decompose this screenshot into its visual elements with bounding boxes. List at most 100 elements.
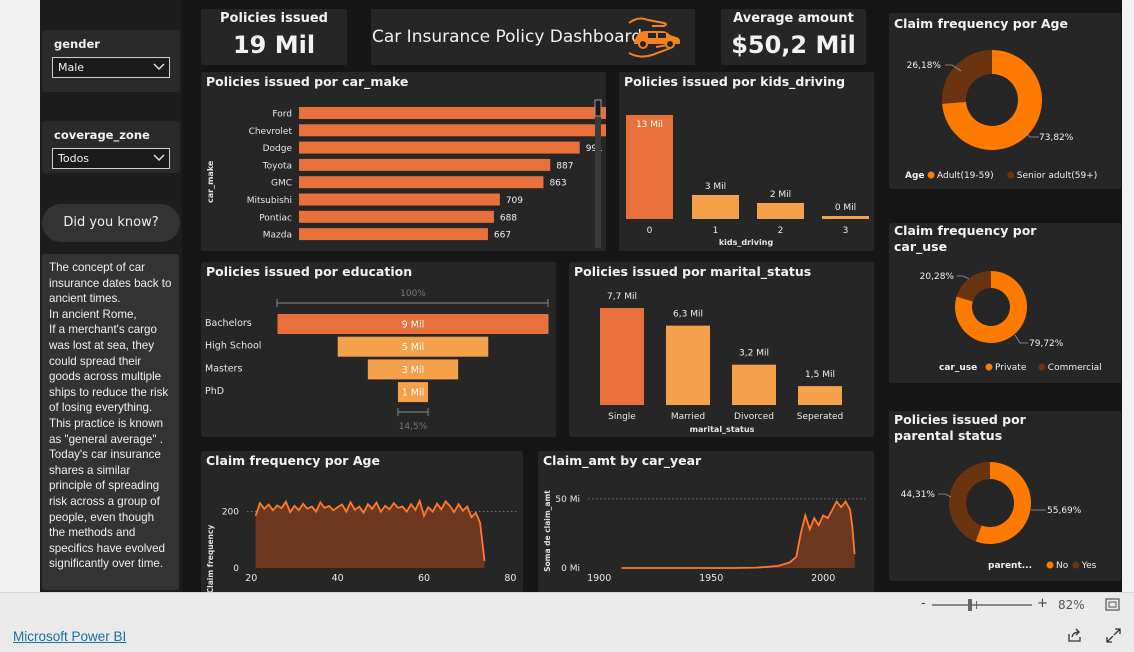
claim-age-donut-card[interactable]: Claim frequency por Age 73,82% 26,18% Age A… xyxy=(889,13,1121,189)
did-you-know-button[interactable]: Did you know? xyxy=(42,204,180,242)
marital-status-axis-label: marital_status xyxy=(690,425,755,434)
kids-driving-bar xyxy=(822,216,869,219)
report-canvas: gender Male coverage_zone Todos Did you … xyxy=(0,0,1134,592)
claim-age-xtick-label: 40 xyxy=(332,573,344,584)
car-make-category-label: Dodge xyxy=(263,144,293,154)
marital-status-chart-card[interactable]: Policies issued por marital_status 7,7 M… xyxy=(569,262,874,437)
donut-slice xyxy=(942,50,992,104)
education-category-label: High School xyxy=(205,341,261,352)
car-use-donut-card[interactable]: Claim frequency por car_use 79,72% 20,28%… xyxy=(889,223,1121,383)
education-chart-card[interactable]: Policies issued por education 100% Bachel… xyxy=(201,262,556,437)
donut-percent-label: 44,31% xyxy=(901,490,936,500)
gender-slicer: gender Male xyxy=(42,30,180,92)
report-title: Car Insurance Policy Dashboard xyxy=(372,27,643,47)
zoom-level: 82% xyxy=(1058,598,1085,612)
car-make-bar xyxy=(299,141,580,154)
car-make-category-label: GMC xyxy=(271,179,292,189)
right-margin xyxy=(1122,0,1134,592)
donut-slice xyxy=(956,271,991,302)
gender-dropdown-value: Male xyxy=(58,61,85,74)
donut-legend-label: Yes xyxy=(1081,561,1097,571)
coverage-zone-dropdown[interactable]: Todos xyxy=(52,148,170,169)
kids-driving-chart-card[interactable]: Policies issued por kids_driving 13 Mil 0… xyxy=(619,72,874,251)
claim-amt-year-chart: Soma de claim_amt 0 Mi 50 Mi 1900 1950 2000 xyxy=(543,490,868,584)
claim-age-area-card[interactable]: Claim frequency por Age Claim frequency 0… xyxy=(201,451,523,592)
coverage-zone-slicer: coverage_zone Todos xyxy=(42,121,180,173)
donut-legend-dot xyxy=(1072,561,1080,569)
donut-percent-label: 73,82% xyxy=(1039,133,1074,143)
car-make-axis-label: car_make xyxy=(206,160,215,203)
zoom-slider[interactable] xyxy=(932,599,1032,611)
kpi-policies-issued: Policies issued 19 Mil xyxy=(201,9,347,65)
powerbi-footer: - + 82% Microsoft Power BI xyxy=(0,592,1134,652)
education-value-label: 3 Mil xyxy=(402,365,425,376)
kpi-policies-issued-label: Policies issued xyxy=(220,11,328,26)
coverage-zone-dropdown-value: Todos xyxy=(58,152,90,165)
donut-percent-label: 26,18% xyxy=(907,61,942,71)
car-make-category-label: Mazda xyxy=(263,231,292,241)
kids-driving-bar xyxy=(626,115,673,219)
marital-status-bar xyxy=(666,325,710,405)
kids-driving-bar xyxy=(692,195,739,219)
car-make-value-label: 887 xyxy=(556,161,573,171)
donut-legend-title: Age xyxy=(905,171,925,181)
education-bottom-percent: 14,5% xyxy=(399,422,428,432)
education-value-label: 1 Mil xyxy=(402,388,425,399)
donut-leader-line xyxy=(957,275,970,280)
car-make-chart-card[interactable]: Policies issued por car_make car_make For… xyxy=(201,72,606,251)
claim-amt-xtick-label: 2000 xyxy=(811,573,835,584)
claim-amt-xtick-label: 1950 xyxy=(699,573,723,584)
car-use-donut-chart: 79,72% 20,28% car_use Private Commercial xyxy=(920,271,1102,373)
marital-status-category-label: Seperated xyxy=(797,412,844,422)
marital-status-bar xyxy=(798,386,842,405)
fullscreen-icon[interactable] xyxy=(1106,628,1121,643)
car-make-chart: car_makeFord1.631Chevrolet1.444Dodge991T… xyxy=(206,99,606,248)
car-insurance-icon xyxy=(628,17,680,58)
gender-dropdown[interactable]: Male xyxy=(52,57,170,78)
marital-status-value-label: 6,3 Mil xyxy=(673,310,703,320)
education-category-label: Masters xyxy=(205,363,242,374)
car-make-value-label: 688 xyxy=(500,213,517,223)
kids-driving-value-label: 2 Mil xyxy=(770,190,791,200)
donut-legend-label: Commercial xyxy=(1048,363,1102,373)
car-make-scrollbar xyxy=(595,100,601,248)
marital-status-category-label: Married xyxy=(671,412,705,422)
claim-age-ytick-label: 200 xyxy=(222,508,239,518)
car-make-category-label: Ford xyxy=(272,110,292,120)
parental-donut-card[interactable]: Policies issued por parental status 55,6… xyxy=(889,411,1121,581)
kids-driving-bar xyxy=(757,203,804,219)
share-icon[interactable] xyxy=(1067,628,1082,643)
donut-legend-dot xyxy=(1007,171,1015,179)
claim-amt-year-card[interactable]: Claim_amt by car_year Soma de claim_amt 0… xyxy=(538,451,874,592)
claim-amt-xtick-label: 1900 xyxy=(587,573,611,584)
car-make-value-label: 709 xyxy=(506,196,523,206)
car-make-bar xyxy=(299,193,500,206)
donut-legend-title: parent... xyxy=(988,561,1032,571)
zoom-out-button[interactable]: - xyxy=(921,596,926,611)
report-title-box: Car Insurance Policy Dashboard xyxy=(371,9,695,65)
marital-status-chart: 7,7 Mil Single 6,3 Mil Married 3,2 Mil Divorc… xyxy=(600,292,844,434)
kids-driving-category-label: 2 xyxy=(778,226,784,236)
car-make-scrollbar-thumb xyxy=(594,99,602,117)
education-value-label: 9 Mil xyxy=(402,320,425,331)
marital-status-category-label: Single xyxy=(608,412,636,422)
claim-age-donut-chart: 73,82% 26,18% Age Adult(19-59) Senior adult(… xyxy=(905,50,1097,181)
kids-driving-category-label: 0 xyxy=(647,226,653,236)
powerbi-link[interactable]: Microsoft Power BI xyxy=(13,629,126,644)
kids-driving-category-label: 1 xyxy=(713,226,719,236)
zoom-in-button[interactable]: + xyxy=(1037,596,1048,611)
donut-legend-label: Adult(19-59) xyxy=(937,171,994,181)
gender-slicer-label: gender xyxy=(54,37,100,51)
claim-amt-ytick-label: 0 Mi xyxy=(561,564,580,574)
zoom-slider-thumb[interactable] xyxy=(968,599,972,611)
claim-amt-ytick-label: 50 Mi xyxy=(555,495,580,505)
left-margin xyxy=(0,0,40,592)
kids-driving-axis-label: kids_driving xyxy=(719,238,774,247)
fit-to-page-icon[interactable] xyxy=(1105,598,1120,611)
kids-driving-chart: 13 Mil 0 3 Mil 1 2 Mil 2 0 Mil 3 kids_driving xyxy=(626,115,869,247)
zoom-slider-tick xyxy=(976,601,977,609)
marital-status-value-label: 3,2 Mil xyxy=(739,349,769,359)
chevron-down-icon xyxy=(153,63,165,71)
claim-amt-axis-label: Soma de claim_amt xyxy=(543,490,552,572)
kids-driving-value-label: 13 Mil xyxy=(636,120,663,130)
